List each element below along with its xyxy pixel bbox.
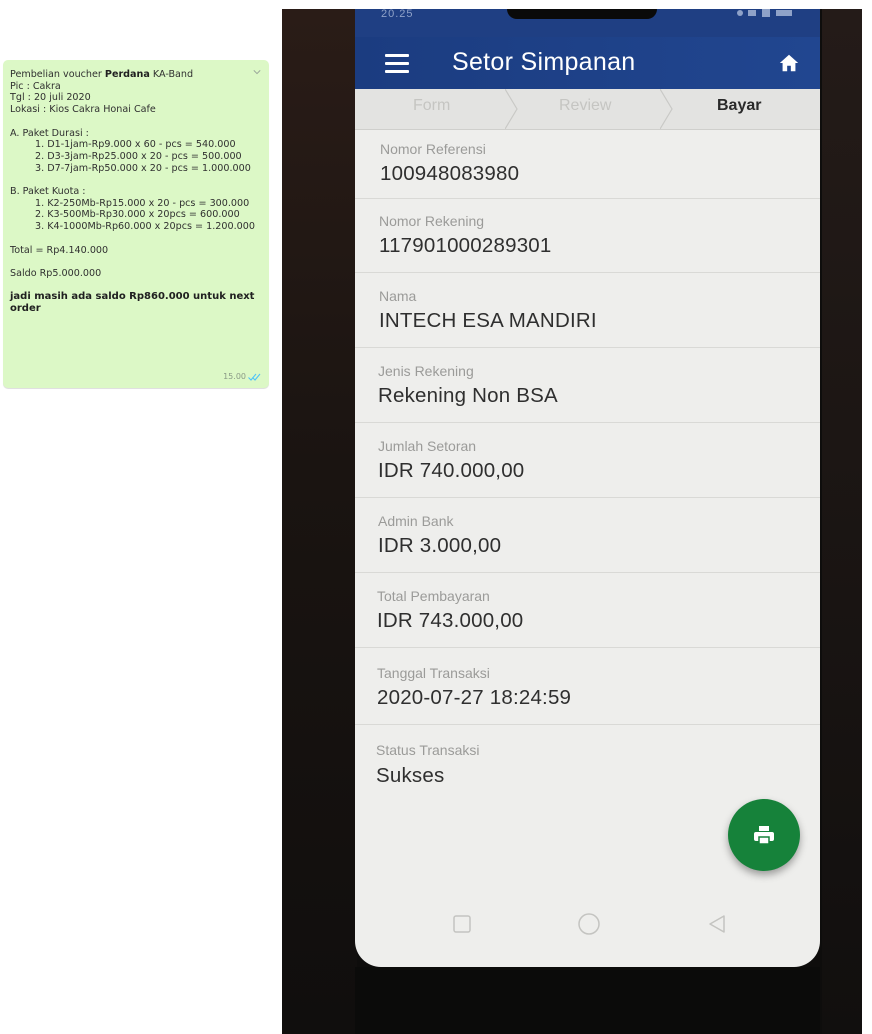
step-review: Review [559,97,612,114]
field-value: Sukses [376,764,445,787]
app-bar: Setor Simpanan [355,37,820,93]
circle-home-icon[interactable] [577,912,601,936]
field-nomor-referensi: Nomor Referensi 100948083980 [355,129,820,199]
camera-notch [507,9,657,19]
field-label: Tanggal Transaksi [377,665,490,681]
phone-screen: 20.25 Setor Simpanan Form Review Bayar N… [355,9,820,967]
field-label: Nomor Rekening [379,213,485,229]
chat-total: Total = Rp4.140.000 [10,244,109,256]
chat-conclusion: jadi masih ada saldo Rp860.000 untuk nex… [10,291,255,315]
status-icons [736,9,796,21]
step-bayar: Bayar [717,97,762,114]
chat-meta: 15.00 [223,371,261,383]
status-time: 20.25 [381,9,414,20]
chat-section-durasi: A. Paket Durasi : [10,127,89,139]
field-label: Jenis Rekening [378,363,474,379]
square-recents-icon[interactable] [452,914,472,934]
field-value: IDR 3.000,00 [378,534,502,557]
chat-pic: Pic : Cakra [10,80,61,92]
chat-line-title: Pembelian voucher Perdana KA-Band [10,69,255,81]
print-icon [754,826,774,845]
chat-durasi-item: 2. D3-3jam-Rp25.000 x 20 - pcs = 500.000 [35,150,242,162]
field-value: IDR 740.000,00 [378,459,525,482]
double-check-icon [248,373,261,381]
field-label: Nomor Referensi [380,141,486,157]
chat-kuota-item: 1. K2-250Mb-Rp15.000 x 20 - pcs = 300.00… [35,197,250,209]
hamburger-menu-icon[interactable] [385,54,409,74]
field-label: Jumlah Setoran [378,438,477,454]
chat-title-suffix: KA-Band [149,69,194,80]
field-value: INTECH ESA MANDIRI [379,309,597,332]
field-label: Admin Bank [378,513,454,529]
status-bar: 20.25 [355,9,820,37]
step-form: Form [413,97,451,114]
chat-title-prefix: Pembelian voucher [10,69,105,80]
field-value: 117901000289301 [379,234,552,257]
field-nomor-rekening: Nomor Rekening 117901000289301 [355,199,820,273]
chat-location: Lokasi : Kios Cakra Honai Cafe [10,104,156,116]
field-total-pembayaran: Total Pembayaran IDR 743.000,00 [355,573,820,648]
step-indicator: Form Review Bayar [355,89,820,130]
field-jumlah-setoran: Jumlah Setoran IDR 740.000,00 [355,423,820,498]
field-admin-bank: Admin Bank IDR 3.000,00 [355,498,820,573]
step-separator [505,89,518,129]
field-value: 2020-07-27 18:24:59 [377,686,572,709]
chat-saldo: Saldo Rp5.000.000 [10,267,102,279]
chat-timestamp: 15.00 [223,372,246,382]
chat-date: Tgl : 20 juli 2020 [10,92,91,104]
chat-kuota-item: 2. K3-500Mb-Rp30.000 x 20pcs = 600.000 [35,209,240,221]
field-label: Nama [379,288,417,304]
chevron-down-icon[interactable] [253,68,261,76]
field-value: IDR 743.000,00 [377,609,524,632]
field-value: Rekening Non BSA [378,384,558,407]
field-jenis-rekening: Jenis Rekening Rekening Non BSA [355,348,820,423]
chat-message-bubble: Pembelian voucher Perdana KA-Band Pic : … [3,60,269,388]
signal-icons [737,9,792,17]
field-value: 100948083980 [380,162,520,185]
chat-section-kuota: B. Paket Kuota : [10,186,86,197]
step-separator [660,89,673,129]
chat-kuota-item: 3. K4-1000Mb-Rp60.000 x 20pcs = 1.200.00… [35,221,255,233]
phone-photo: 20.25 Setor Simpanan Form Review Bayar N… [282,9,862,1034]
chat-title-bold: Perdana [104,69,150,80]
print-button[interactable] [728,799,800,871]
android-nav-bar [355,904,820,964]
chat-durasi-item: 3. D7-7jam-Rp50.000 x 20 - pcs = 1.000.0… [35,162,251,174]
field-label: Status Transaksi [376,742,480,758]
field-status-transaksi: Status Transaksi Sukses [355,725,820,805]
home-icon[interactable] [778,52,800,74]
triangle-back-icon[interactable] [707,914,727,934]
field-nama: Nama INTECH ESA MANDIRI [355,273,820,348]
page-title: Setor Simpanan [452,48,636,76]
chat-durasi-item: 1. D1-1jam-Rp9.000 x 60 - pcs = 540.000 [35,139,236,151]
field-label: Total Pembayaran [377,588,490,604]
phone-bezel-bottom [355,967,820,1034]
field-tanggal-transaksi: Tanggal Transaksi 2020-07-27 18:24:59 [355,648,820,725]
